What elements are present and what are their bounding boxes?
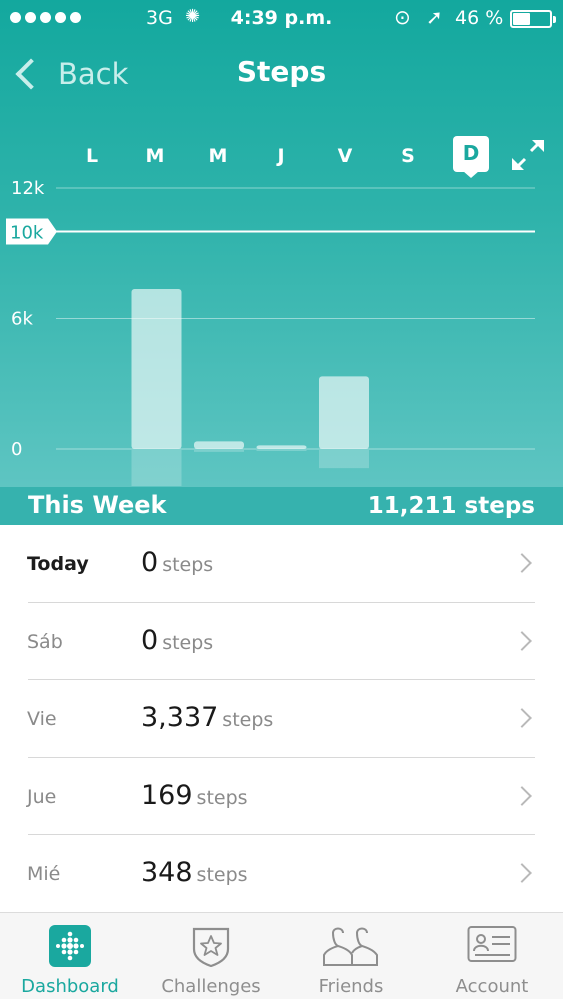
steps-value: 0	[141, 624, 159, 656]
day-tab-4[interactable]: V	[327, 142, 363, 170]
day-tab-6[interactable]: D	[453, 136, 489, 178]
tab-label: Account	[455, 976, 529, 997]
battery-fill	[513, 13, 530, 25]
day-row-wed[interactable]: Mié 348 steps	[0, 835, 563, 913]
steps-value: 169	[141, 779, 193, 811]
day-name: Jue	[27, 785, 57, 808]
steps-unit: steps	[222, 709, 274, 731]
day-steps: 0 steps	[141, 625, 213, 656]
day-steps: 169 steps	[141, 780, 248, 811]
week-label: This Week	[28, 491, 167, 519]
day-tab-5[interactable]: S	[390, 142, 426, 170]
bar-V	[319, 376, 369, 449]
day-list: Today 0 steps Sáb 0 steps Vie 3,337 steps J…	[0, 525, 563, 913]
day-name: Sáb	[27, 630, 63, 653]
tab-label: Friends	[318, 976, 384, 997]
y-tick-label: 0	[11, 439, 22, 460]
day-name: Vie	[27, 708, 57, 730]
tab-dashboard[interactable]: Dashboard	[0, 913, 140, 999]
bar-reflection	[131, 450, 182, 486]
tab-label: Dashboard	[21, 976, 119, 997]
goal-label: 10k	[10, 223, 44, 244]
rotation-lock-icon: ⊙	[394, 5, 411, 29]
bar-reflection	[256, 450, 307, 451]
y-tick-label: 12k	[11, 178, 45, 199]
expand-icon	[512, 139, 544, 171]
status-bar: 3G ✺ 4:39 p.m. ⊙ ➚ 46 %	[0, 0, 563, 38]
week-summary-bar: This Week 11,211 steps	[0, 487, 563, 525]
chevron-right-icon	[512, 863, 532, 883]
day-steps: 3,337 steps	[141, 702, 273, 733]
tab-challenges[interactable]: Challenges	[141, 913, 281, 999]
account-card-icon	[467, 926, 517, 962]
day-row-thu[interactable]: Jue 169 steps	[0, 758, 563, 836]
friends-icon	[323, 927, 378, 966]
day-tab-2[interactable]: M	[200, 142, 236, 170]
tab-bar: Dashboard Challenges Friends Account	[0, 912, 563, 999]
day-steps: 0 steps	[141, 547, 213, 578]
steps-value: 3,337	[141, 702, 219, 733]
tab-friends[interactable]: Friends	[281, 913, 421, 999]
week-total: 11,211 steps	[367, 493, 535, 519]
dashboard-icon	[49, 925, 91, 967]
battery-icon	[510, 10, 556, 28]
bar-M	[194, 441, 244, 449]
chevron-right-icon	[512, 785, 532, 806]
expand-fullscreen-button[interactable]	[510, 138, 546, 172]
steps-value: 0	[141, 547, 159, 578]
day-name: Today	[27, 553, 89, 575]
chevron-right-icon	[512, 630, 532, 651]
steps-unit: steps	[196, 786, 248, 809]
challenges-star-icon	[192, 927, 230, 967]
y-tick-label: 6k	[11, 309, 33, 330]
page-title: Steps	[236, 55, 327, 88]
day-row-sat[interactable]: Sáb 0 steps	[0, 603, 563, 681]
day-tab-0[interactable]: L	[74, 142, 110, 170]
tab-account[interactable]: Account	[422, 913, 562, 999]
battery-percentage: 46 %	[455, 7, 504, 29]
bar-J	[256, 445, 307, 449]
steps-value: 348	[141, 857, 193, 888]
steps-unit: steps	[162, 554, 214, 576]
location-arrow-icon: ➚	[426, 5, 443, 29]
steps-unit: steps	[162, 631, 214, 654]
bar-M	[131, 288, 182, 449]
day-name: Mié	[27, 863, 61, 885]
bar-reflection	[319, 450, 369, 469]
day-tab-3[interactable]: J	[263, 142, 299, 170]
bar-reflection	[194, 450, 244, 452]
day-steps: 348 steps	[141, 857, 248, 888]
steps-bar-chart: 12k 6k 0 10k	[6, 178, 535, 486]
day-tab-1[interactable]: M	[137, 142, 173, 170]
tab-label: Challenges	[161, 976, 261, 997]
day-row-today[interactable]: Today 0 steps	[0, 525, 563, 603]
chevron-right-icon	[512, 553, 532, 573]
steps-unit: steps	[196, 864, 248, 886]
day-row-fri[interactable]: Vie 3,337 steps	[0, 680, 563, 758]
chevron-right-icon	[512, 708, 532, 728]
